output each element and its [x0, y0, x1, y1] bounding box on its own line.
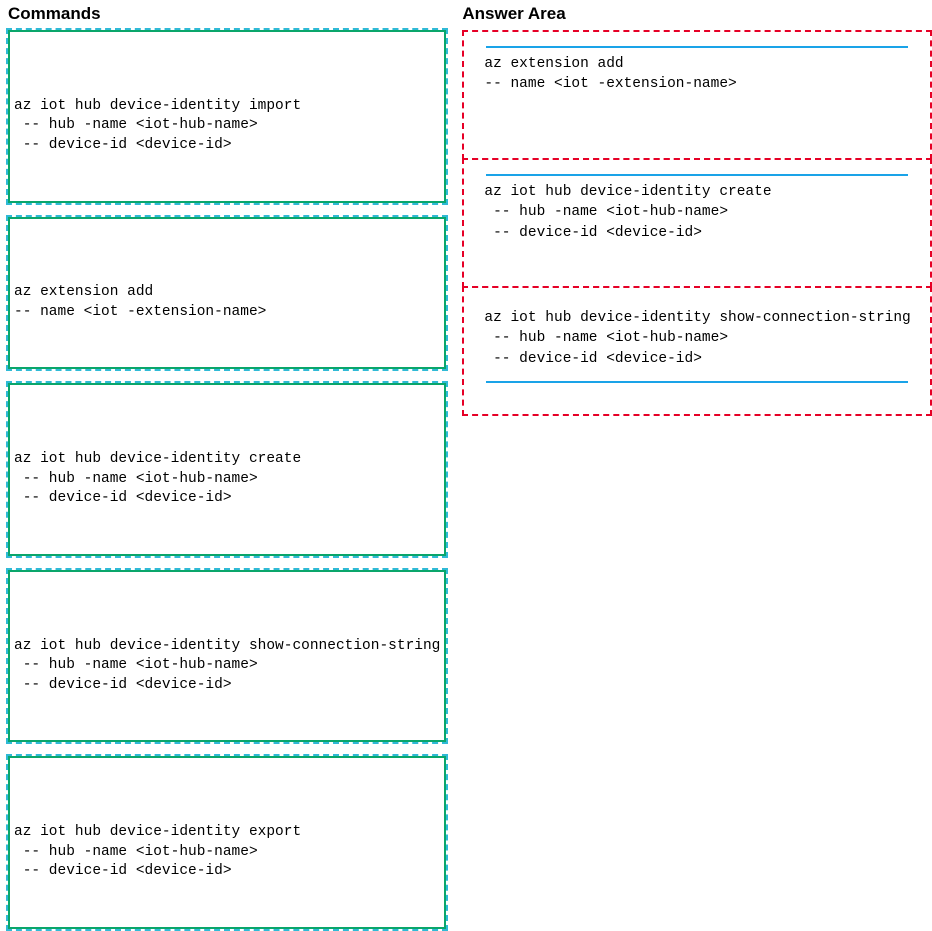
answer-slot-3[interactable]: az iot hub device-identity show-connecti…	[462, 286, 932, 416]
command-box-import[interactable]: az iot hub device-identity import -- hub…	[8, 30, 446, 203]
slot-divider	[486, 381, 908, 383]
answer-slot-2[interactable]: az iot hub device-identity create -- hub…	[462, 158, 932, 288]
answer-text: az iot hub device-identity show-connecti…	[482, 302, 912, 371]
answer-text: az extension add -- name <iot -extension…	[482, 48, 912, 97]
commands-heading: Commands	[8, 4, 446, 24]
command-box-show-conn[interactable]: az iot hub device-identity show-connecti…	[8, 570, 446, 743]
commands-column: Commands az iot hub device-identity impo…	[8, 4, 446, 612]
command-text: az iot hub device-identity show-connecti…	[14, 637, 440, 696]
command-text: az iot hub device-identity create -- hub…	[14, 450, 440, 509]
command-box-create[interactable]: az iot hub device-identity create -- hub…	[8, 383, 446, 556]
answer-area-column: Answer Area az extension add -- name <io…	[462, 4, 932, 612]
command-text: az extension add -- name <iot -extension…	[14, 283, 440, 322]
command-text: az iot hub device-identity export -- hub…	[14, 823, 440, 882]
answer-text: az iot hub device-identity create -- hub…	[482, 176, 912, 245]
command-box-export[interactable]: az iot hub device-identity export -- hub…	[8, 756, 446, 929]
command-text: az iot hub device-identity import -- hub…	[14, 97, 440, 156]
answer-area-heading: Answer Area	[462, 4, 932, 24]
command-box-extension-add[interactable]: az extension add -- name <iot -extension…	[8, 217, 446, 370]
drag-drop-question: Commands az iot hub device-identity impo…	[8, 4, 924, 612]
answer-slot-1[interactable]: az extension add -- name <iot -extension…	[462, 30, 932, 160]
